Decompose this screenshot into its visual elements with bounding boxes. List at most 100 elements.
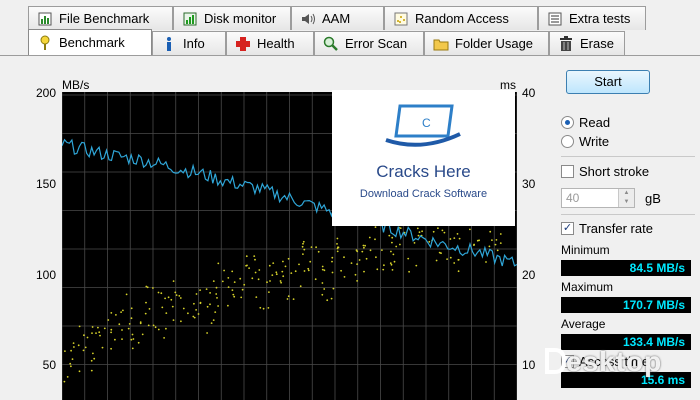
- access-time-point: [310, 246, 313, 249]
- access-time-point: [157, 291, 160, 294]
- access-time-point: [302, 242, 304, 245]
- tab-label: Info: [183, 36, 205, 51]
- access-time-point: [383, 264, 385, 267]
- access-time-point: [332, 287, 335, 290]
- access-time-point: [272, 262, 275, 264]
- access-time-point: [84, 346, 87, 349]
- access-time-point: [127, 327, 130, 330]
- access-time-point: [193, 316, 196, 319]
- checkbox-unchecked-icon: [561, 165, 574, 178]
- tab-label: Benchmark: [59, 35, 125, 50]
- access-time-point: [391, 269, 394, 271]
- access-time-point: [130, 307, 133, 310]
- access-time-point: [114, 338, 116, 341]
- access-time-point: [157, 328, 160, 331]
- access-time-point: [307, 267, 310, 270]
- access-time-point: [343, 256, 345, 259]
- access-time-point: [323, 288, 326, 290]
- access-time-point: [197, 313, 200, 315]
- spin-arrows-icon[interactable]: ▲ ▼: [618, 189, 634, 207]
- access-time-point: [125, 293, 128, 296]
- access-time-point: [496, 249, 499, 252]
- access-time-point: [499, 242, 502, 245]
- tab-file-benchmark[interactable]: File Benchmark: [28, 6, 173, 30]
- access-time-point: [110, 331, 112, 334]
- access-time-point: [233, 295, 236, 298]
- access-time-point: [336, 250, 339, 253]
- access-time-point: [417, 234, 420, 237]
- tab-aam[interactable]: AAM: [291, 6, 384, 30]
- access-time-point: [217, 262, 220, 265]
- access-time-point: [280, 281, 282, 284]
- access-time-point: [374, 238, 376, 241]
- access-time-point: [361, 250, 364, 253]
- access-time-point: [446, 258, 448, 260]
- access-time-point: [388, 234, 391, 237]
- access-time-point: [259, 306, 262, 309]
- tab-folder-usage[interactable]: Folder Usage: [424, 31, 549, 55]
- access-time-point: [307, 269, 310, 272]
- transfer-rate-label: Transfer rate: [579, 221, 653, 236]
- start-button[interactable]: Start: [566, 70, 650, 94]
- access-time-point: [231, 289, 234, 291]
- checkmark-icon: ✓: [561, 222, 574, 235]
- access-time-point: [499, 233, 502, 235]
- health-cross-icon: [235, 36, 251, 52]
- access-time-point: [145, 285, 148, 288]
- left-tick: 200: [35, 86, 56, 100]
- access-time-point: [473, 244, 475, 247]
- access-time-point: [390, 263, 393, 266]
- tab-random-access[interactable]: Random Access: [384, 6, 538, 30]
- random-access-icon: [393, 11, 409, 27]
- access-time-point: [287, 257, 290, 260]
- divider: [561, 214, 695, 215]
- write-radio[interactable]: Write: [561, 134, 609, 149]
- access-time-point: [128, 323, 131, 325]
- tab-error-scan[interactable]: Error Scan: [314, 31, 424, 55]
- access-time-point: [363, 270, 365, 273]
- radio-unselected-icon: [561, 135, 574, 148]
- access-time-point: [375, 256, 377, 259]
- short-stroke-size-stepper[interactable]: 40 ▲ ▼: [561, 188, 635, 208]
- access-time-point: [118, 323, 121, 326]
- tab-label: Disk monitor: [204, 11, 277, 26]
- tab-info[interactable]: Info: [152, 31, 226, 55]
- benchmark-icon: [37, 35, 53, 51]
- access-time-point: [302, 253, 304, 256]
- access-time-point: [299, 285, 302, 288]
- tab-benchmark[interactable]: Benchmark: [28, 29, 152, 55]
- read-radio[interactable]: Read: [561, 115, 610, 130]
- access-time-point: [121, 338, 123, 340]
- access-time-point: [381, 249, 383, 252]
- minimum-value: 84.5 MB/s: [561, 260, 691, 276]
- tab-health[interactable]: Health: [226, 31, 314, 55]
- access-time-point: [408, 270, 410, 273]
- access-time-point: [267, 307, 270, 309]
- short-stroke-checkbox[interactable]: Short stroke: [561, 164, 649, 179]
- access-time-point: [457, 270, 460, 273]
- tab-disk-monitor[interactable]: Disk monitor: [173, 6, 291, 30]
- access-time-point: [199, 302, 202, 305]
- access-time-point: [302, 240, 305, 243]
- access-time-point: [326, 299, 329, 302]
- access-time-point: [110, 347, 112, 350]
- tab-label: Folder Usage: [455, 36, 534, 51]
- access-time-point: [167, 296, 170, 299]
- access-time-point: [415, 264, 418, 267]
- tab-erase[interactable]: Erase: [549, 31, 625, 55]
- access-time-point: [210, 322, 213, 324]
- access-time-point: [458, 237, 461, 240]
- access-time-point: [231, 270, 234, 273]
- transfer-rate-checkbox[interactable]: ✓ Transfer rate: [561, 221, 653, 236]
- desktop-watermark: esktop: [544, 346, 662, 378]
- maximum-value: 170.7 MB/s: [561, 297, 691, 313]
- access-time-point: [271, 274, 274, 276]
- access-time-point: [182, 307, 185, 310]
- access-time-point: [214, 311, 217, 313]
- access-time-point: [93, 357, 96, 360]
- access-time-point: [337, 246, 339, 249]
- access-time-point: [63, 380, 66, 383]
- watermark-box: C Cracks Here Download Crack Software: [332, 90, 515, 226]
- tab-extra-tests[interactable]: Extra tests: [538, 6, 646, 30]
- access-time-point: [432, 230, 435, 233]
